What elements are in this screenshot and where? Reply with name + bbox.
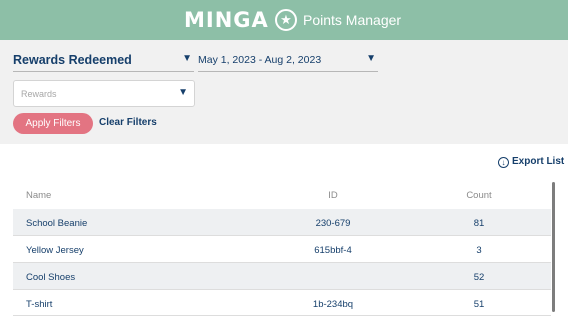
- table-scrollbar[interactable]: [552, 182, 555, 312]
- column-header-count: Count: [466, 190, 492, 201]
- star-icon: ★: [275, 9, 297, 31]
- cell-id: 230-679: [315, 218, 351, 229]
- column-header-id: ID: [328, 190, 338, 201]
- cell-name: School Beanie: [26, 218, 88, 229]
- cell-id: 1b-234bq: [312, 299, 354, 310]
- chevron-down-icon: ▼: [182, 53, 192, 64]
- export-list-button[interactable]: ↓ Export List: [498, 156, 564, 168]
- table-row[interactable]: School Beanie 230-679 81: [13, 209, 551, 236]
- app-header: MINGA ★ Points Manager: [0, 0, 568, 40]
- clear-filters-button[interactable]: Clear Filters: [99, 117, 157, 128]
- export-list-label: Export List: [512, 156, 565, 167]
- rewards-placeholder: Rewards: [21, 89, 57, 99]
- chevron-down-icon: ▼: [178, 87, 188, 98]
- report-type-dropdown[interactable]: Rewards Redeemed ▼: [13, 48, 194, 72]
- column-header-name: Name: [26, 190, 52, 201]
- date-range-dropdown[interactable]: May 1, 2023 - Aug 2, 2023 ▼: [198, 48, 378, 72]
- chevron-down-icon: ▼: [366, 53, 376, 64]
- rewards-select[interactable]: Rewards ▼: [13, 80, 195, 107]
- date-range-value: May 1, 2023 - Aug 2, 2023: [198, 54, 322, 66]
- cell-name: Cool Shoes: [26, 272, 76, 283]
- cell-id: 615bbf-4: [314, 245, 352, 256]
- cell-name: T-shirt: [26, 299, 53, 310]
- cell-count: 81: [473, 218, 485, 229]
- cell-count: 51: [473, 299, 485, 310]
- cell-count: 3: [476, 245, 482, 256]
- table-row[interactable]: Cool Shoes 52: [13, 263, 551, 290]
- download-icon: ↓: [498, 157, 509, 168]
- minga-logo: MINGA: [184, 8, 269, 32]
- table-row[interactable]: Yellow Jersey 615bbf-4 3: [13, 236, 551, 263]
- report-type-value: Rewards Redeemed: [13, 53, 132, 67]
- table-row[interactable]: T-shirt 1b-234bq 51: [13, 290, 551, 316]
- app-title: Points Manager: [303, 12, 402, 28]
- cell-name: Yellow Jersey: [26, 245, 84, 256]
- apply-filters-button[interactable]: Apply Filters: [13, 113, 93, 134]
- cell-count: 52: [473, 272, 485, 283]
